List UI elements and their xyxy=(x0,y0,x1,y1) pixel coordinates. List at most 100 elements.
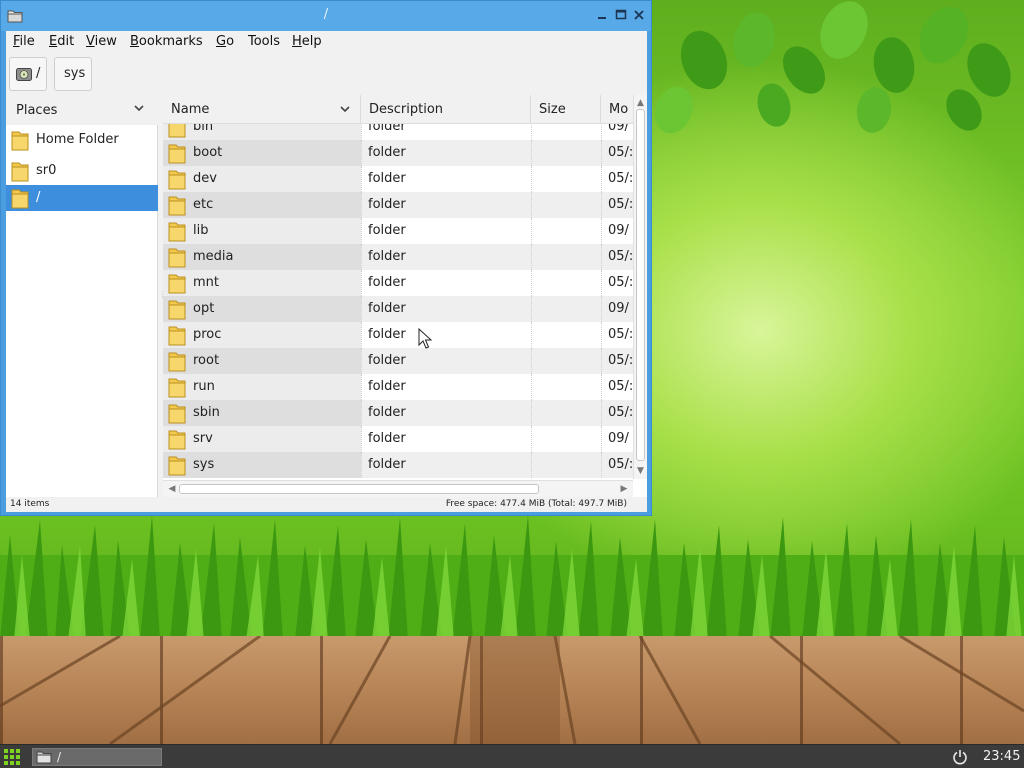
menu-go[interactable]: Go xyxy=(216,34,234,49)
place-sr0[interactable]: sr0 xyxy=(6,158,158,184)
vertical-scroll-thumb[interactable] xyxy=(636,109,645,461)
scroll-up-icon[interactable]: ▲ xyxy=(634,97,647,109)
folder-icon xyxy=(36,751,52,764)
chevron-down-icon xyxy=(134,105,144,112)
maximize-button[interactable] xyxy=(612,6,630,24)
cell-size xyxy=(531,192,601,218)
cell-size xyxy=(531,124,601,140)
table-row[interactable]: proc folder 05/: xyxy=(163,322,633,348)
cell-description: folder xyxy=(361,296,531,322)
maximize-icon xyxy=(615,9,627,20)
cell-modified: 05/: xyxy=(601,374,633,400)
folder-icon xyxy=(11,131,29,151)
menu-help[interactable]: Help xyxy=(292,34,322,49)
cell-description: folder xyxy=(361,400,531,426)
path-button-root[interactable]: / xyxy=(9,57,47,91)
column-size[interactable]: Size xyxy=(531,95,601,124)
cell-description: folder xyxy=(361,192,531,218)
place-root[interactable]: / xyxy=(6,185,158,211)
folder-icon xyxy=(168,222,186,242)
menu-bookmarks-label: ookmarks xyxy=(138,34,203,49)
scroll-left-icon[interactable]: ◀ xyxy=(166,483,178,495)
menu-go-label: o xyxy=(226,34,235,49)
menu-bookmarks[interactable]: Bookmarks xyxy=(130,34,203,49)
scroll-right-icon[interactable]: ▶ xyxy=(618,483,630,495)
table-row[interactable]: sys folder 05/: xyxy=(163,452,633,478)
folder-icon xyxy=(168,144,186,164)
folder-icon xyxy=(168,248,186,268)
taskbar: / 23:45 xyxy=(0,744,1024,768)
file-modified: 05/: xyxy=(608,327,633,342)
table-row[interactable]: bin folder 09/ xyxy=(163,124,633,140)
power-icon[interactable] xyxy=(952,749,968,765)
table-row[interactable]: opt folder 09/ xyxy=(163,296,633,322)
scroll-down-icon[interactable]: ▼ xyxy=(634,465,647,477)
folder-icon xyxy=(168,326,186,346)
menu-view-key: V xyxy=(86,34,95,49)
column-name[interactable]: Name xyxy=(163,95,361,124)
place-home-folder[interactable]: Home Folder xyxy=(6,127,158,153)
file-modified: 05/: xyxy=(608,353,633,368)
column-description[interactable]: Description xyxy=(361,95,531,124)
menu-file[interactable]: File xyxy=(13,34,35,49)
menu-view[interactable]: View xyxy=(86,34,117,49)
cell-name: root xyxy=(163,348,361,374)
clock[interactable]: 23:45 xyxy=(983,749,1020,764)
status-bar: 14 items Free space: 477.4 MiB (Total: 4… xyxy=(6,497,647,512)
table-row[interactable]: etc folder 05/: xyxy=(163,192,633,218)
cell-size xyxy=(531,322,601,348)
table-row[interactable]: media folder 05/: xyxy=(163,244,633,270)
file-description: folder xyxy=(368,124,406,134)
file-name: run xyxy=(193,379,215,394)
file-name: dev xyxy=(193,171,217,186)
taskbar-window-button[interactable]: / xyxy=(32,748,162,766)
file-name: etc xyxy=(193,197,214,212)
file-modified: 09/ xyxy=(608,124,629,134)
folder-icon xyxy=(11,189,29,209)
table-row[interactable]: sbin folder 05/: xyxy=(163,400,633,426)
cell-size xyxy=(531,452,601,478)
cell-modified: 05/: xyxy=(601,166,633,192)
file-name: media xyxy=(193,249,234,264)
table-row[interactable]: lib folder 09/ xyxy=(163,218,633,244)
file-name: sys xyxy=(193,457,215,472)
cell-size xyxy=(531,348,601,374)
menu-file-label: ile xyxy=(19,34,35,49)
file-name: mnt xyxy=(193,275,219,290)
file-description: folder xyxy=(368,171,406,186)
menu-tools[interactable]: Tools xyxy=(248,34,280,49)
menu-help-key: H xyxy=(292,34,302,49)
path-sys-label: sys xyxy=(64,66,86,81)
column-modified-label: Mo xyxy=(609,102,629,117)
place-label: / xyxy=(36,190,41,205)
table-row[interactable]: mnt folder 05/: xyxy=(163,270,633,296)
table-row[interactable]: run folder 05/: xyxy=(163,374,633,400)
vertical-scrollbar[interactable]: ▲ ▼ xyxy=(633,95,647,479)
cell-size xyxy=(531,218,601,244)
table-row[interactable]: boot folder 05/: xyxy=(163,140,633,166)
menu-edit[interactable]: Edit xyxy=(49,34,74,49)
cell-modified: 05/: xyxy=(601,270,633,296)
places-header[interactable]: Places xyxy=(6,95,158,125)
close-button[interactable] xyxy=(630,6,648,24)
window-titlebar[interactable]: / xyxy=(1,1,651,31)
pane-splitter[interactable]: ⋮ xyxy=(159,290,167,299)
cell-description: folder xyxy=(361,218,531,244)
path-button-sys[interactable]: sys xyxy=(54,57,92,91)
file-modified: 09/ xyxy=(608,431,629,446)
table-row[interactable]: root folder 05/: xyxy=(163,348,633,374)
window-client: File Edit View Bookmarks Go Tools Help /… xyxy=(6,31,647,512)
table-row[interactable]: dev folder 05/: xyxy=(163,166,633,192)
horizontal-scroll-thumb[interactable] xyxy=(179,484,539,494)
file-modified: 05/: xyxy=(608,145,633,160)
cell-description: folder xyxy=(361,374,531,400)
app-menu-grid-icon[interactable] xyxy=(3,748,21,766)
horizontal-scrollbar[interactable]: ◀ ▶ xyxy=(163,480,633,497)
file-description: folder xyxy=(368,249,406,264)
cell-modified: 05/: xyxy=(601,192,633,218)
cell-modified: 09/ xyxy=(601,124,633,140)
table-row[interactable]: srv folder 09/ xyxy=(163,426,633,452)
minimize-button[interactable] xyxy=(593,6,611,24)
file-description: folder xyxy=(368,431,406,446)
file-description: folder xyxy=(368,145,406,160)
